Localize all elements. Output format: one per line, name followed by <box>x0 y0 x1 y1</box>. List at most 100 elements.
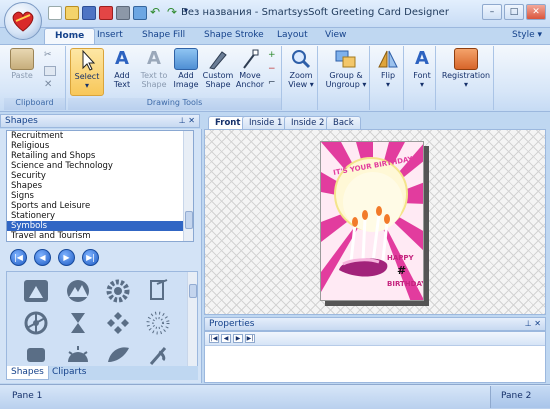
gear-icon[interactable] <box>103 278 133 304</box>
font-label: Font <box>413 71 431 80</box>
list-item[interactable]: Science and Technology <box>7 161 193 171</box>
category-nav: |◀ ◀ ▶ ▶| <box>10 249 99 266</box>
pen-icon <box>206 48 230 70</box>
tab-view[interactable]: View <box>325 28 346 44</box>
list-item[interactable]: Shapes <box>7 181 193 191</box>
text-to-shape-label: Text to Shape <box>140 71 168 89</box>
list-scrollbar[interactable] <box>183 131 193 241</box>
shapes-pane-title: Shapes <box>5 116 38 126</box>
sunrise-icon[interactable] <box>63 342 93 367</box>
move-anchor-button[interactable]: Move Anchor <box>234 48 266 96</box>
registration-button[interactable]: Registration ▾ <box>440 48 492 96</box>
first-button[interactable]: |◀ <box>10 249 27 266</box>
list-item[interactable]: Recruitment <box>7 131 193 141</box>
tab-inside-2[interactable]: Inside 2 <box>284 116 332 129</box>
gallery-scrollbar[interactable] <box>187 272 197 366</box>
hand-icon[interactable] <box>21 342 51 367</box>
add-anchor-icon[interactable]: + <box>268 50 276 60</box>
leaf-icon[interactable] <box>103 342 133 367</box>
tab-shape-fill[interactable]: Shape Fill <box>142 28 185 44</box>
select-label: Select <box>74 72 100 81</box>
pin-close-icon[interactable]: ⊥ ✕ <box>179 116 195 125</box>
prev-button[interactable]: ◀ <box>34 249 51 266</box>
zoom-group: Zoom View ▾ <box>284 46 318 110</box>
app-menu-button[interactable] <box>4 2 42 40</box>
text-to-shape-button[interactable]: A Text to Shape <box>138 48 170 96</box>
add-image-button[interactable]: Add Image <box>170 48 202 96</box>
list-item[interactable]: Stationery <box>7 211 193 221</box>
font-button[interactable]: A Font ▾ <box>406 48 438 96</box>
dotted-circle-icon[interactable] <box>143 310 173 336</box>
ribbon: Paste ✂ ✕ Clipboard Select ▾ A Add Text A… <box>0 44 550 112</box>
diamond-cluster-icon[interactable] <box>103 310 133 336</box>
tab-layout[interactable]: Layout <box>277 28 308 44</box>
list-item[interactable]: Security <box>7 171 193 181</box>
pie-symbol-icon[interactable] <box>21 278 51 304</box>
properties-toolbar: |◀ ◀ ▶ ▶| <box>205 332 545 346</box>
corner-anchor-icon[interactable]: ⌐ <box>268 78 276 88</box>
list-item[interactable]: Sports and Leisure <box>7 201 193 211</box>
props-next-button[interactable]: ▶ <box>233 334 243 343</box>
greeting-card[interactable]: IT'S YOUR BIRTHDAY HAPPY # BIRTHDAY <box>320 141 424 301</box>
window-title: Без названия - SmartsysSoft Greeting Car… <box>181 7 449 18</box>
window-controls: – □ ✕ <box>482 4 546 20</box>
tab-back[interactable]: Back <box>326 116 361 129</box>
custom-shape-button[interactable]: Custom Shape <box>202 48 234 96</box>
paste-label: Paste <box>11 71 33 80</box>
heart-logo-icon <box>12 11 34 32</box>
zoom-view-button[interactable]: Zoom View ▾ <box>285 48 317 96</box>
tab-shapes[interactable]: Shapes <box>6 366 49 380</box>
list-item[interactable]: Travel and Tourism <box>7 231 193 241</box>
text-to-shape-icon: A <box>147 48 161 69</box>
gallery-scrollbar-thumb[interactable] <box>189 284 197 298</box>
props-last-button[interactable]: ▶| <box>245 334 255 343</box>
list-item[interactable]: Retailing and Shops <box>7 151 193 161</box>
status-pane-2: Pane 2 <box>490 386 550 408</box>
style-menu[interactable]: Style ▾ <box>512 30 542 40</box>
next-button[interactable]: ▶ <box>58 249 75 266</box>
zoom-view-label: Zoom View <box>288 71 313 89</box>
list-scrollbar-thumb[interactable] <box>185 211 193 229</box>
remove-anchor-icon[interactable]: − <box>268 64 276 74</box>
drawing-tools-group-label: Drawing Tools <box>68 98 281 110</box>
props-first-button[interactable]: |◀ <box>209 334 219 343</box>
biohazard-icon[interactable] <box>21 310 51 336</box>
list-item[interactable]: Religious <box>7 141 193 151</box>
registration-icon <box>454 48 478 70</box>
cut-icon[interactable]: ✂ <box>44 50 56 60</box>
close-button[interactable]: ✕ <box>526 4 546 20</box>
status-bar: Pane 1 Pane 2 <box>0 384 550 409</box>
tab-shape-stroke[interactable]: Shape Stroke <box>204 28 264 44</box>
hourglass-icon[interactable] <box>63 310 93 336</box>
card-line-happy: HAPPY <box>387 254 414 262</box>
copy-icon[interactable] <box>44 66 56 76</box>
props-prev-button[interactable]: ◀ <box>221 334 231 343</box>
tab-home[interactable]: Home <box>44 28 96 44</box>
mountain-circle-icon[interactable] <box>63 278 93 304</box>
drawing-tools-group: Select ▾ A Add Text A Text to Shape Add I… <box>68 46 282 110</box>
card-line-number: # <box>397 264 407 277</box>
tab-inside-1[interactable]: Inside 1 <box>242 116 290 129</box>
tab-cliparts[interactable]: Cliparts <box>48 366 90 380</box>
add-text-button[interactable]: A Add Text <box>106 48 138 96</box>
minimize-button[interactable]: – <box>482 4 502 20</box>
properties-pin-close-icon[interactable]: ⊥ ✕ <box>525 319 541 328</box>
feather-icon[interactable] <box>143 342 173 367</box>
list-item-selected[interactable]: Symbols <box>7 221 193 231</box>
group-ungroup-button[interactable]: Group & Ungroup ▾ <box>324 48 368 96</box>
tab-insert[interactable]: Insert <box>97 28 123 44</box>
registration-label: Registration <box>441 71 491 80</box>
list-item[interactable]: Signs <box>7 191 193 201</box>
shape-category-list[interactable]: Recruitment Religious Retailing and Shop… <box>6 130 194 242</box>
flip-group: Flip ▾ <box>372 46 404 110</box>
delete-icon[interactable]: ✕ <box>44 80 56 90</box>
maximize-button[interactable]: □ <box>504 4 524 20</box>
paste-button[interactable]: Paste <box>6 48 38 96</box>
last-button[interactable]: ▶| <box>82 249 99 266</box>
flip-button[interactable]: Flip ▾ <box>372 48 404 96</box>
select-button[interactable]: Select ▾ <box>70 48 104 96</box>
font-icon: A <box>415 48 429 69</box>
hammer-pin-icon[interactable] <box>143 278 173 304</box>
registration-group: Registration ▾ <box>438 46 494 110</box>
pane-bottom-tabs: Shapes Cliparts <box>6 366 198 380</box>
